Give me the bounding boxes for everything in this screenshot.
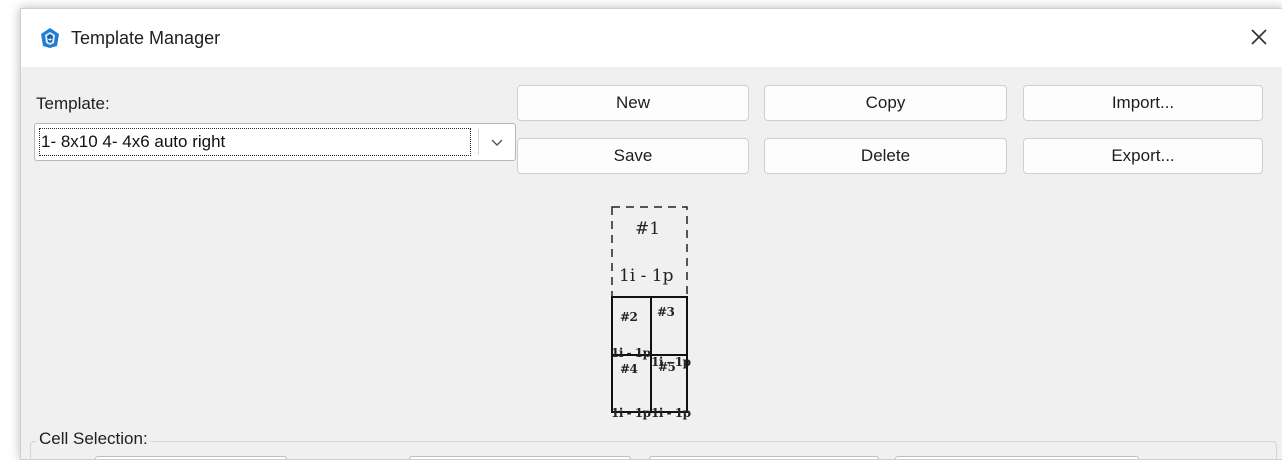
- title-bar: + Template Manager: [21, 9, 1282, 67]
- export-template-button[interactable]: Export...: [1023, 138, 1263, 174]
- template-selected-value: 1- 8x10 4- 4x6 auto right: [39, 128, 471, 156]
- save-template-button[interactable]: Save: [517, 138, 749, 174]
- preview-cell-3-label: #3: [657, 305, 675, 319]
- cell-selection-field-3[interactable]: [649, 456, 879, 459]
- select-divider: [478, 129, 479, 155]
- copy-template-button[interactable]: Copy: [764, 85, 1007, 121]
- preview-cell-1-info: 1i - 1p: [619, 266, 674, 286]
- close-icon: [1251, 29, 1267, 45]
- cell-selection-field-2[interactable]: [409, 456, 631, 459]
- svg-text:+: +: [48, 37, 52, 44]
- preview-cell-5-info: 1i - 1p: [651, 406, 691, 420]
- preview-cell-4-info: 1i - 1p: [611, 406, 651, 420]
- template-preview[interactable]: #1 1i - 1p #2 #3 #4 #5 1i - 1p 1i - 1p 1…: [611, 206, 691, 419]
- preview-cell-3-info: 1i - 1p: [651, 355, 691, 369]
- cell-selection-label: Cell Selection:: [36, 429, 151, 449]
- preview-cell-4-label: #4: [620, 362, 638, 376]
- cell-selection-field-4[interactable]: [895, 456, 1139, 459]
- preview-cell-2-info: 1i - 1p: [611, 346, 651, 360]
- new-template-button[interactable]: New: [517, 85, 749, 121]
- close-button[interactable]: [1245, 23, 1273, 51]
- template-manager-app-icon: +: [39, 27, 61, 49]
- template-select[interactable]: 1- 8x10 4- 4x6 auto right: [34, 123, 516, 161]
- window-title: Template Manager: [71, 28, 221, 48]
- template-manager-window: + Template Manager Template: 1- 8x10 4- …: [20, 8, 1282, 460]
- chevron-down-icon: [491, 139, 503, 146]
- import-template-button[interactable]: Import...: [1023, 85, 1263, 121]
- delete-template-button[interactable]: Delete: [764, 138, 1007, 174]
- preview-cell-1-label: #1: [635, 219, 661, 239]
- template-label: Template:: [36, 94, 110, 113]
- preview-cell-2-label: #2: [620, 310, 638, 324]
- cell-selection-field-1[interactable]: [95, 456, 287, 459]
